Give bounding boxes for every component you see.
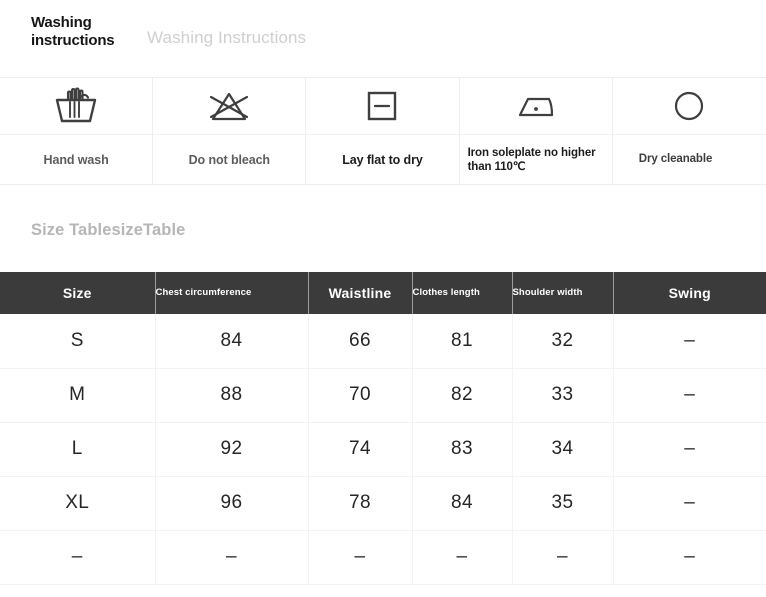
size-table: Size Chest circumference Waistline Cloth… [0,272,766,585]
table-cell-clothes-length: – [412,530,513,585]
washing-heading-primary-line2: instructions [31,32,115,49]
do-not-bleach-icon [153,78,306,135]
size-table-header-clothes-length: Clothes length [412,272,513,314]
table-row: L 92 74 83 34 – [0,422,766,477]
table-cell-clothes-length: 81 [412,314,513,369]
table-cell-waistline: – [308,530,413,585]
washing-symbol-label-box: Dry cleanable [613,135,766,184]
size-table-header-size: Size [0,272,156,314]
table-cell-swing: – [613,530,766,585]
iron-low-heat-icon [459,78,612,135]
table-cell-chest: 96 [155,476,309,531]
table-cell-shoulder-width: – [512,530,614,585]
washing-heading-primary: Washing instructions [31,14,141,50]
table-cell-swing: – [613,476,766,531]
table-cell-chest: – [155,530,309,585]
washing-heading-secondary: Washing Instructions [147,28,307,47]
size-table-header-row: Size Chest circumference Waistline Cloth… [0,272,766,314]
table-cell-shoulder-width: 35 [512,476,614,531]
table-cell-size: M [0,368,156,423]
washing-symbol-label-box: Hand wash [0,135,152,184]
table-row: – – – – – – [0,530,766,585]
washing-symbol-label: Do not bleach [188,152,270,167]
table-cell-clothes-length: 82 [412,368,513,423]
size-table-header-waistline: Waistline [308,272,413,314]
table-cell-waistline: 66 [308,314,413,369]
table-cell-size: S [0,314,156,369]
washing-symbol-label: Hand wash [43,152,109,167]
washing-symbols-table: Hand wash Do not bleach Lay flat to dry … [0,77,766,185]
washing-instructions-heading: Washing instructions Washing Instruction… [0,0,766,50]
table-row: M 88 70 82 33 – [0,368,766,423]
size-table-header-shoulder-width: Shoulder width [512,272,614,314]
table-cell-chest: 88 [155,368,309,423]
washing-symbol-label-box: Iron soleplate no higher than 110℃ [460,135,612,184]
size-table-header-chest: Chest circumference [155,272,309,314]
washing-symbol-cell-dry-cleanable: Dry cleanable [612,78,766,184]
hand-wash-icon [0,78,153,135]
washing-symbol-label-box: Do not bleach [153,135,305,184]
lay-flat-to-dry-icon [306,78,459,135]
dry-cleanable-icon [612,78,766,135]
table-cell-clothes-length: 83 [412,422,513,477]
table-cell-shoulder-width: 32 [512,314,614,369]
table-cell-shoulder-width: 34 [512,422,614,477]
washing-symbol-cell-lay-flat-to-dry: Lay flat to dry [306,78,460,184]
table-cell-size: – [0,530,156,585]
product-detail-page: Washing instructions Washing Instruction… [0,0,766,597]
washing-symbol-cell-iron-low-heat: Iron soleplate no higher than 110℃ [459,78,613,184]
table-cell-waistline: 78 [308,476,413,531]
washing-symbol-cell-hand-wash: Hand wash [0,78,154,184]
table-cell-chest: 84 [155,314,309,369]
size-table-header-swing: Swing [613,272,766,314]
washing-symbol-cell-do-not-bleach: Do not bleach [153,78,307,184]
washing-symbol-label: Iron soleplate no higher than 110℃ [467,146,596,173]
table-cell-shoulder-width: 33 [512,368,614,423]
washing-symbol-label: Lay flat to dry [342,152,423,167]
table-cell-clothes-length: 84 [412,476,513,531]
table-cell-waistline: 70 [308,368,413,423]
table-cell-swing: – [613,422,766,477]
washing-symbol-label-box: Lay flat to dry [306,135,458,184]
washing-symbol-label: Dry cleanable [638,153,713,165]
table-cell-size: XL [0,476,156,531]
table-cell-waistline: 74 [308,422,413,477]
size-table-heading: Size TablesizeTable [31,221,186,239]
table-cell-swing: – [613,368,766,423]
table-cell-swing: – [613,314,766,369]
table-row: XL 96 78 84 35 – [0,476,766,531]
table-cell-size: L [0,422,156,477]
table-row: S 84 66 81 32 – [0,314,766,369]
table-cell-chest: 92 [155,422,309,477]
washing-heading-primary-line1: Washing [31,14,92,31]
